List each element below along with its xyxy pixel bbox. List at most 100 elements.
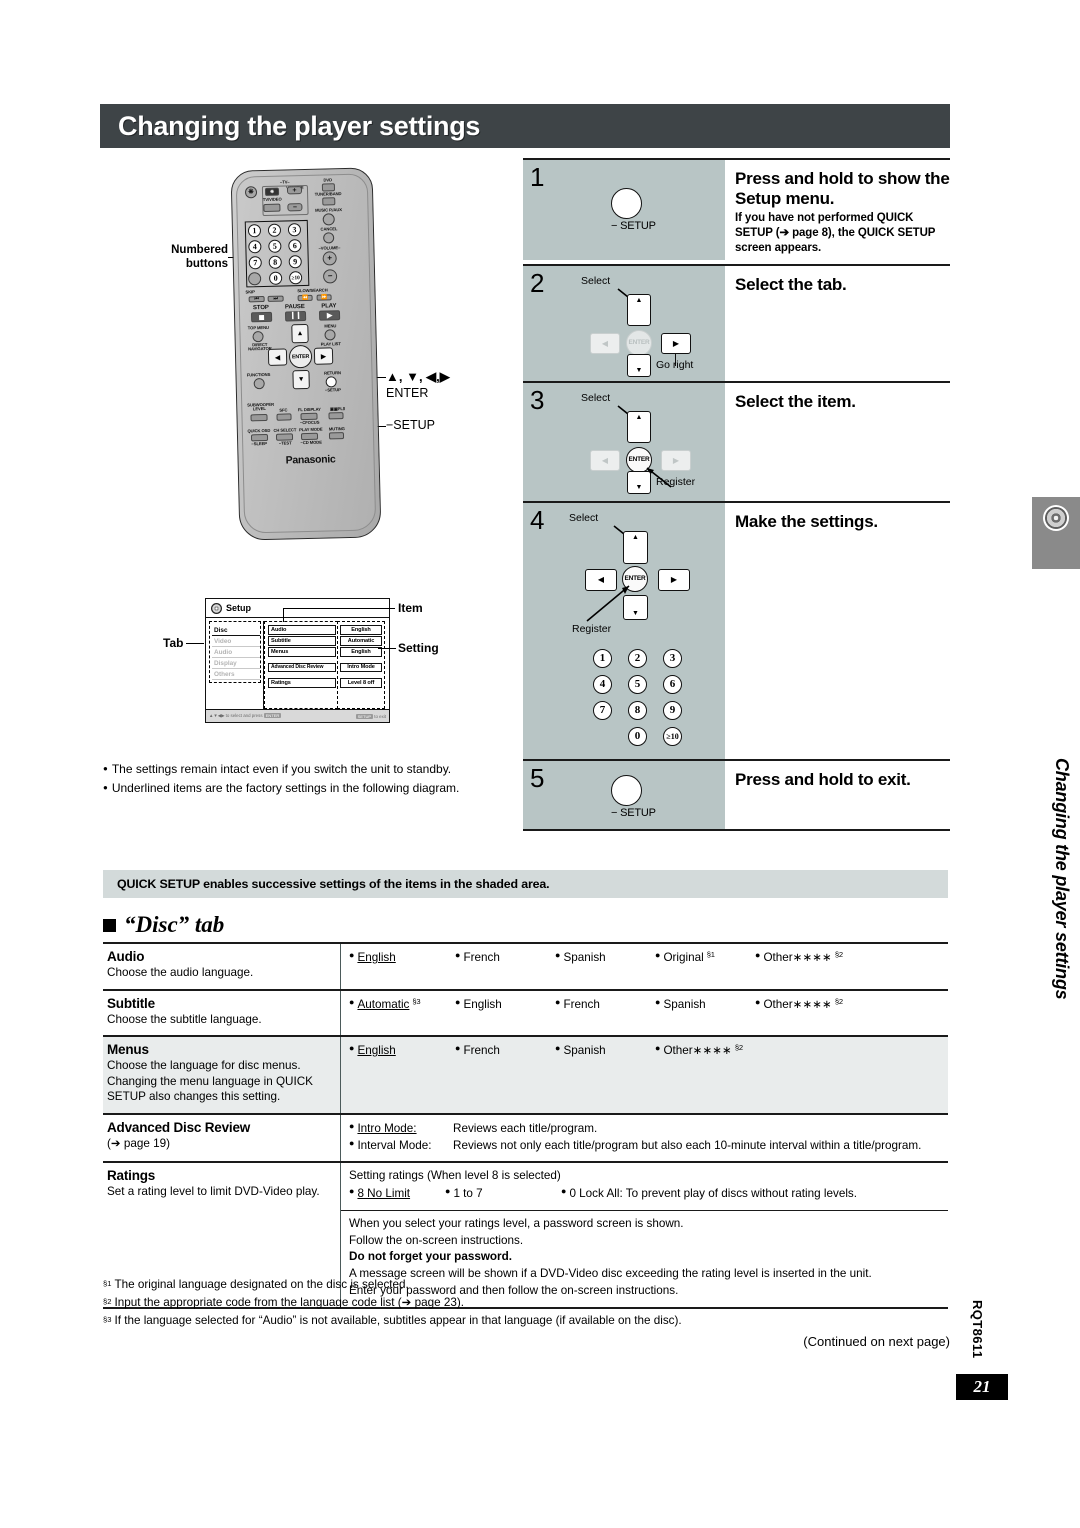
- option-item[interactable]: ● French: [555, 996, 655, 1014]
- option-item[interactable]: ● Intro Mode: Reviews each title/program.: [349, 1120, 944, 1138]
- step-4-up-button[interactable]: ▲: [623, 530, 648, 564]
- tv-video-button[interactable]: [263, 203, 281, 212]
- step-4-num-4[interactable]: 4: [593, 674, 612, 694]
- setup-button[interactable]: [325, 376, 337, 388]
- option-item[interactable]: ● Other∗∗∗∗ §2: [755, 949, 843, 967]
- callout-enter: ENTER: [386, 386, 429, 400]
- option-item[interactable]: ● 8 No Limit: [349, 1185, 445, 1203]
- option-item[interactable]: ● English: [349, 949, 455, 967]
- option-item[interactable]: ● Original §1: [655, 949, 755, 967]
- step-2-up-button[interactable]: ▲: [627, 293, 651, 326]
- step-row-5: 5 − SETUP Press and hold to exit.: [523, 758, 950, 831]
- page-title-banner: Changing the player settings: [100, 104, 950, 148]
- dpad-right-button[interactable]: ▶: [313, 347, 334, 365]
- row-desc: Choose the audio language.: [107, 966, 254, 979]
- option-item[interactable]: ● 0 Lock All: To prevent play of discs wi…: [561, 1185, 857, 1203]
- footnote-text: Input the appropriate code from the lang…: [114, 1295, 465, 1309]
- muting-label: MUTING: [328, 426, 345, 432]
- step-2-enter-button[interactable]: ENTER: [626, 329, 652, 356]
- option-item[interactable]: ● Automatic §3: [349, 996, 455, 1014]
- step-4-num-3[interactable]: 3: [663, 648, 682, 668]
- row-name: Menus: [107, 1042, 149, 1058]
- step-4-right-button[interactable]: ▶: [658, 568, 690, 591]
- muting-button[interactable]: [328, 432, 345, 440]
- section-thumb-tab: [1032, 497, 1080, 569]
- remote-control-diagram: Numbered buttons ▲, ▼, ◀,▶ ENTER −SETUP ⎈…: [150, 165, 490, 565]
- continued-note: (Continued on next page): [803, 1334, 950, 1349]
- step-3-left-button[interactable]: ◀: [590, 449, 620, 471]
- menu-button[interactable]: [324, 329, 336, 341]
- option-item[interactable]: ● 1 to 7: [445, 1185, 561, 1203]
- callout-setting: Setting: [398, 641, 439, 655]
- skip-label: SKIP: [245, 289, 255, 295]
- callout-setup: −SETUP: [386, 418, 435, 432]
- step-1-setup-button[interactable]: [611, 188, 642, 219]
- disc-icon: [1039, 501, 1073, 535]
- table-row: Menus Choose the language for disc menus…: [103, 1037, 948, 1115]
- option-item[interactable]: ● Spanish: [655, 996, 755, 1014]
- step-4-num-8[interactable]: 8: [628, 700, 647, 720]
- step-2-down-button[interactable]: ▼: [627, 353, 651, 377]
- step-4-num-6[interactable]: 6: [663, 674, 682, 694]
- music-p-aux-button[interactable]: [322, 213, 335, 226]
- step-4-down-button[interactable]: ▼: [623, 594, 648, 620]
- option-item[interactable]: ● Other∗∗∗∗ §2: [655, 1042, 743, 1060]
- step-4-num-2[interactable]: 2: [628, 648, 647, 668]
- cancel-button[interactable]: [323, 232, 335, 244]
- option-item[interactable]: ● French: [455, 1042, 555, 1060]
- step-1-number: 1: [530, 162, 545, 192]
- step-2-text: Select the tab.: [725, 265, 950, 381]
- enter-button[interactable]: ENTER: [288, 344, 313, 369]
- step-1-text: Press and hold to show the Setup menu. I…: [725, 160, 950, 264]
- skip-fwd-icon: ⏭: [273, 295, 278, 302]
- step-2-right-button[interactable]: ▶: [661, 332, 691, 354]
- row-desc: Choose the language for disc menus. Chan…: [107, 1059, 313, 1104]
- step-4-num-over10[interactable]: ≥10: [663, 726, 682, 746]
- step-4-num-5[interactable]: 5: [628, 674, 647, 694]
- dashed-item-highlight: [264, 621, 338, 709]
- cd-mode-label: −CD MODE: [300, 439, 322, 446]
- option-item[interactable]: ● French: [455, 949, 555, 967]
- step-4-num-7[interactable]: 7: [593, 700, 612, 720]
- dpad-left-button[interactable]: ◀: [267, 348, 288, 366]
- ratings-p1: When you select your ratings level, a pa…: [349, 1217, 684, 1231]
- setup-mock-title: Setup: [226, 603, 252, 613]
- step-2-left-button[interactable]: ◀: [590, 332, 620, 354]
- step-5-setup-button[interactable]: [611, 774, 642, 806]
- top-menu-button[interactable]: [252, 331, 264, 343]
- row-description: Subtitle Choose the subtitle language.: [103, 990, 341, 1036]
- step-4-select-label: Select: [569, 511, 599, 524]
- search-fwd-icon: ⏩: [320, 293, 328, 301]
- row-description: Advanced Disc Review (➔ page 19): [103, 1114, 341, 1161]
- option-item[interactable]: ● Interval Mode: Reviews not only each ti…: [349, 1137, 944, 1155]
- setup-screen-mockup: Setup Disc Video Audio Display Others Au…: [205, 598, 390, 723]
- option-item[interactable]: ● Other∗∗∗∗ §2: [755, 996, 843, 1014]
- tv-video-label: TV/VIDEO: [262, 196, 282, 203]
- step-3-illustration: 3 Select ▲ ◀ ENTER ▶ ▼ Register: [523, 382, 725, 501]
- sfc-button[interactable]: [276, 413, 292, 421]
- dpad-up-button[interactable]: ▲: [291, 323, 309, 344]
- option-item[interactable]: ● Spanish: [555, 1042, 655, 1060]
- step-3-number: 3: [530, 384, 545, 415]
- option-item[interactable]: ● Spanish: [555, 949, 655, 967]
- option-item[interactable]: ● English: [455, 996, 555, 1014]
- row-description: Audio Choose the audio language.: [103, 944, 341, 989]
- tuner-band-button[interactable]: [322, 197, 336, 206]
- subwoofer-level-button[interactable]: [250, 413, 268, 422]
- play-icon: ▶: [326, 311, 333, 319]
- dd-pl2-button[interactable]: [328, 412, 344, 420]
- step-3-up-button[interactable]: ▲: [627, 410, 651, 443]
- step-4-number: 4: [530, 504, 545, 535]
- option-item[interactable]: ● English: [349, 1042, 455, 1060]
- section-heading-text: “Disc” tab: [124, 912, 225, 937]
- step-2-action-label: Go right: [656, 358, 694, 371]
- step-4-num-9[interactable]: 9: [663, 700, 682, 720]
- step-row-3: 3 Select ▲ ◀ ENTER ▶ ▼ Register Select t…: [523, 380, 950, 501]
- dpad-down-button[interactable]: ▼: [292, 369, 310, 390]
- step-4-num-0[interactable]: 0: [628, 726, 647, 746]
- step-3-down-button[interactable]: ▼: [627, 470, 651, 494]
- step-4-num-1[interactable]: 1: [593, 648, 612, 668]
- functions-button[interactable]: [253, 378, 265, 390]
- step-row-4: 4 Select ▲ ◀ ENTER ▶ ▼ Register 1 2 3 4 …: [523, 500, 950, 759]
- fl-display-label: FL DISPLAY: [297, 406, 321, 413]
